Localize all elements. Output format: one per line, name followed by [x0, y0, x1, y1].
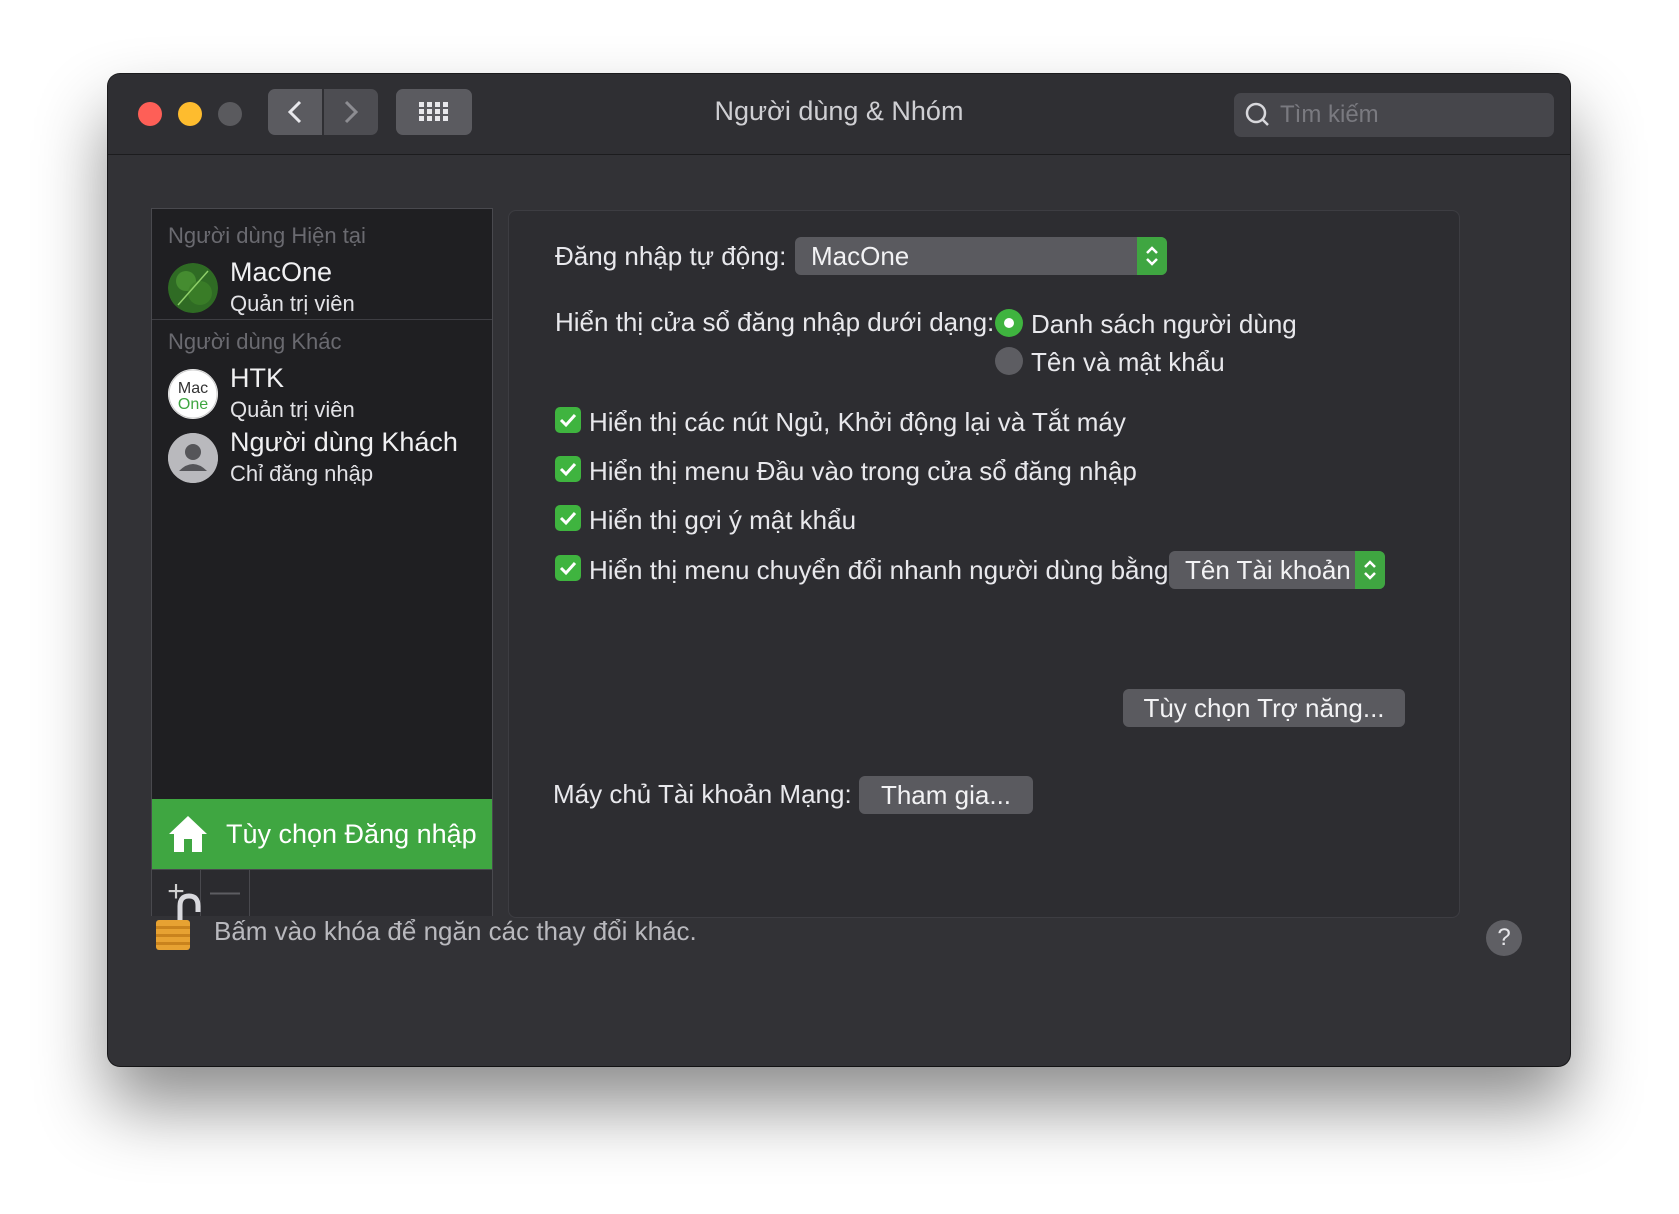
unlocked-padlock-icon: [156, 893, 201, 950]
help-button[interactable]: ?: [1486, 920, 1522, 956]
remove-user-button[interactable]: —: [201, 870, 250, 916]
network-account-server-label: Máy chủ Tài khoản Mạng:: [553, 779, 852, 809]
checkbox-fast-user-switching[interactable]: [555, 555, 581, 581]
checkbox-fast-user-switching-label: Hiển thị menu chuyển đổi nhanh người dùn…: [589, 555, 1169, 585]
login-options-label: Tùy chọn Đăng nhập: [226, 818, 477, 849]
radio-user-list-label: Danh sách người dùng: [1031, 309, 1297, 339]
checkbox-sleep-restart-shutdown-label: Hiển thị các nút Ngủ, Khởi động lại và T…: [589, 407, 1126, 437]
house-icon: [169, 816, 207, 852]
sidebar-divider: [152, 319, 492, 320]
user-item-htk[interactable]: Mac One HTK Quản trị viên: [168, 363, 478, 429]
checkmark-icon: [559, 561, 577, 576]
auto-login-select[interactable]: MacOne: [795, 237, 1167, 275]
user-name: Người dùng Khách: [230, 427, 458, 457]
radio-name-password-label: Tên và mật khẩu: [1031, 347, 1225, 377]
checkbox-input-menu[interactable]: [555, 456, 581, 482]
svg-text:One: One: [178, 396, 208, 413]
user-name: HTK: [230, 363, 284, 393]
user-role: Quản trị viên: [230, 291, 355, 316]
user-item-macone[interactable]: MacOne Quản trị viên: [168, 257, 478, 323]
up-down-arrows-icon: [1355, 551, 1385, 589]
user-avatar-macone: [168, 263, 218, 313]
auto-login-value: MacOne: [811, 241, 910, 271]
checkbox-password-hints-label: Hiển thị gợi ý mật khẩu: [589, 505, 857, 535]
auto-login-label: Đăng nhập tự động:: [555, 241, 787, 271]
title-bar: Người dùng & Nhóm: [108, 74, 1570, 155]
lock-hint-text: Bấm vào khóa để ngăn các thay đổi khác.: [214, 916, 697, 946]
accessibility-options-button[interactable]: Tùy chọn Trợ năng...: [1123, 689, 1405, 727]
search-input[interactable]: [1278, 100, 1542, 130]
fast-switch-value: Tên Tài khoản: [1185, 555, 1351, 585]
svg-text:Mac: Mac: [178, 380, 208, 397]
lock-button[interactable]: [152, 892, 204, 959]
checkmark-icon: [559, 413, 577, 428]
current-users-heading: Người dùng Hiện tại: [168, 223, 366, 248]
radio-name-password[interactable]: [995, 347, 1023, 375]
checkbox-sleep-restart-shutdown[interactable]: [555, 407, 581, 433]
user-name: MacOne: [230, 257, 333, 287]
login-options-panel: Đăng nhập tự động: MacOne Hiển thị cửa s…: [508, 210, 1460, 918]
system-preferences-window: Người dùng & Nhóm Người dùng Hiện tại Ma…: [108, 74, 1570, 1066]
user-avatar-guest: [168, 433, 218, 483]
join-button[interactable]: Tham gia...: [859, 776, 1033, 814]
user-role: Quản trị viên: [230, 397, 355, 422]
checkbox-password-hints[interactable]: [555, 505, 581, 531]
search-field[interactable]: [1234, 93, 1554, 137]
users-sidebar: Người dùng Hiện tại MacOne Quản trị viên…: [151, 208, 493, 916]
leaf-avatar-icon: [168, 263, 218, 313]
person-icon: [168, 433, 218, 483]
checkmark-icon: [559, 511, 577, 526]
user-item-guest[interactable]: Người dùng Khách Chỉ đăng nhập: [168, 427, 478, 493]
checkmark-icon: [559, 462, 577, 477]
login-options-item[interactable]: Tùy chọn Đăng nhập: [152, 799, 492, 869]
up-down-arrows-icon: [1137, 237, 1167, 275]
display-as-label: Hiển thị cửa sổ đăng nhập dưới dạng:: [555, 307, 995, 337]
macone-logo-avatar-icon: Mac One: [168, 369, 218, 419]
checkbox-input-menu-label: Hiển thị menu Đầu vào trong cửa sổ đăng …: [589, 456, 1137, 486]
radio-user-list[interactable]: [995, 309, 1023, 337]
user-role: Chỉ đăng nhập: [230, 461, 374, 486]
fast-switch-select[interactable]: Tên Tài khoản: [1169, 551, 1385, 589]
other-users-heading: Người dùng Khác: [168, 329, 342, 354]
user-avatar-htk: Mac One: [168, 369, 218, 419]
search-icon: [1245, 102, 1269, 126]
